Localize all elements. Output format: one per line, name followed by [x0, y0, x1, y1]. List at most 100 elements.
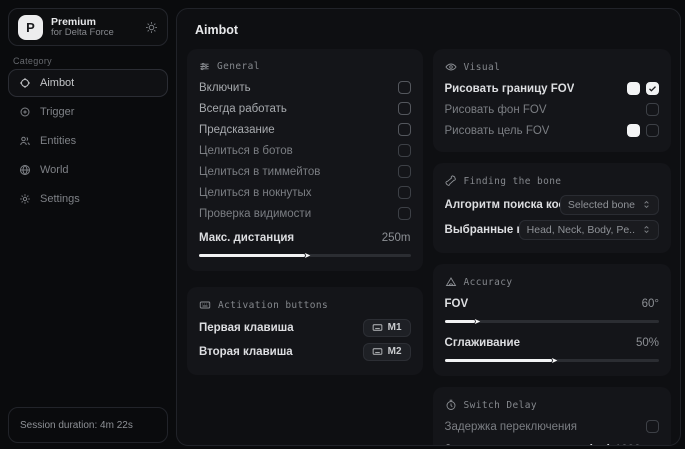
smoothing-label: Сглаживание — [445, 337, 520, 349]
switch-delay-ms-value: 1000 ms — [615, 444, 659, 447]
sidebar: P Premium for Delta Force Category Aimbo… — [0, 0, 176, 449]
page-title: Aimbot — [177, 9, 680, 37]
keyboard-icon — [372, 346, 383, 357]
fov-slider[interactable]: ➤ — [445, 317, 659, 326]
activation-card: Activation buttons Первая клавиша M1 — [187, 287, 423, 375]
main-panel: Aimbot General Включить — [176, 8, 681, 446]
gear-icon — [19, 193, 31, 205]
toggle-label: Предсказание — [199, 124, 275, 136]
section-title: Accuracy — [464, 277, 513, 288]
checkbox[interactable] — [398, 186, 411, 199]
sidebar-item-label: World — [40, 164, 69, 176]
trigger-icon — [19, 106, 31, 118]
sidebar-nav: Aimbot Trigger Entities — [8, 69, 168, 214]
visual-label: Рисовать цель FOV — [445, 125, 550, 137]
selected-bones-select[interactable]: Head, Neck, Body, Pe.. — [519, 220, 659, 240]
toggle-label: Проверка видимости — [199, 208, 311, 220]
brand-card: P Premium for Delta Force — [8, 8, 168, 46]
switch-delay-toggle-label: Задержка переключения — [445, 421, 577, 433]
checkbox[interactable] — [398, 81, 411, 94]
checkbox[interactable] — [398, 165, 411, 178]
triangle-icon — [445, 276, 457, 288]
switch-delay-card: Switch Delay Задержка переключения Задер… — [433, 387, 671, 446]
chevron-up-down-icon — [642, 200, 651, 209]
bone-algorithm-label: Алгоритм поиска кост — [445, 199, 560, 211]
color-swatch[interactable] — [627, 82, 640, 95]
slider-row: Макс. дистанция 250m — [199, 227, 411, 248]
smoothing-row: Сглаживание 50% — [445, 332, 659, 353]
category-label: Category — [13, 56, 52, 66]
visual-card: Visual Рисовать границу FOV Рисовать фон… — [433, 49, 671, 152]
fov-value: 60° — [642, 298, 659, 310]
visual-row: Рисовать границу FOV — [445, 78, 659, 99]
sidebar-item-label: Aimbot — [40, 77, 74, 89]
accuracy-section-header: Accuracy — [445, 276, 659, 288]
sidebar-item-trigger[interactable]: Trigger — [8, 98, 168, 126]
slider-thumb[interactable]: ➤ — [551, 355, 558, 366]
selected-value: Selected bone — [568, 199, 635, 211]
timer-icon — [445, 399, 457, 411]
sidebar-item-entities[interactable]: Entities — [8, 127, 168, 155]
keybind-value: M2 — [388, 346, 402, 357]
keybind-row: Первая клавиша M1 — [199, 316, 411, 340]
slider-thumb[interactable]: ➤ — [304, 250, 311, 261]
switch-delay-ms-row: Задержка переключения (мс) 1000 ms — [445, 439, 659, 446]
section-title: Visual — [464, 62, 501, 73]
fov-label: FOV — [445, 298, 469, 310]
activation-section-header: Activation buttons — [199, 299, 411, 311]
checkbox[interactable] — [646, 124, 659, 137]
keybind-label: Первая клавиша — [199, 322, 294, 334]
toggle-label: Целиться в ботов — [199, 145, 293, 157]
toggle-row: Целиться в ботов — [199, 140, 411, 161]
toggle-label: Целиться в нокнутых — [199, 187, 312, 199]
toggle-label: Всегда работать — [199, 103, 287, 115]
sidebar-item-settings[interactable]: Settings — [8, 185, 168, 213]
section-title: General — [217, 61, 260, 72]
toggle-label: Включить — [199, 82, 251, 94]
bones-card: Finding the bone Алгоритм поиска кост Se… — [433, 163, 671, 253]
checkbox[interactable] — [646, 82, 659, 95]
smoothing-slider[interactable]: ➤ — [445, 356, 659, 365]
app-window: P Premium for Delta Force Category Aimbo… — [0, 0, 685, 449]
toggle-row: Всегда работать — [199, 98, 411, 119]
sliders-icon — [199, 61, 210, 72]
visual-row: Рисовать фон FOV — [445, 99, 659, 120]
bone-algorithm-row: Алгоритм поиска кост Selected bone — [445, 192, 659, 217]
checkbox[interactable] — [646, 420, 659, 433]
checkbox[interactable] — [646, 103, 659, 116]
general-section-header: General — [199, 61, 411, 72]
sidebar-item-world[interactable]: World — [8, 156, 168, 184]
slider-label: Макс. дистанция — [199, 232, 294, 244]
section-title: Switch Delay — [464, 400, 537, 411]
toggle-row: Включить — [199, 77, 411, 98]
checkbox[interactable] — [398, 102, 411, 115]
toggle-row: Целиться в тиммейтов — [199, 161, 411, 182]
slider-value: 250m — [382, 232, 411, 244]
sidebar-item-aimbot[interactable]: Aimbot — [8, 69, 168, 97]
section-title: Activation buttons — [218, 300, 328, 311]
session-duration-text: Session duration: 4m 22s — [20, 420, 133, 431]
checkbox[interactable] — [398, 144, 411, 157]
visual-label: Рисовать фон FOV — [445, 104, 547, 116]
sidebar-item-label: Settings — [40, 193, 80, 205]
globe-icon — [19, 164, 31, 176]
checkbox[interactable] — [398, 207, 411, 220]
keyboard-icon — [199, 299, 211, 311]
switch-delay-toggle-row: Задержка переключения — [445, 416, 659, 437]
keybind-row: Вторая клавиша M2 — [199, 340, 411, 364]
max-distance-slider[interactable]: ➤ — [199, 251, 411, 260]
toggle-row: Целиться в нокнутых — [199, 182, 411, 203]
smoothing-value: 50% — [636, 337, 659, 349]
slider-thumb[interactable]: ➤ — [474, 316, 481, 327]
checkbox[interactable] — [398, 123, 411, 136]
keyboard-icon — [372, 322, 383, 333]
gear-icon[interactable] — [145, 21, 158, 34]
entities-icon — [19, 135, 31, 147]
color-swatch[interactable] — [627, 124, 640, 137]
bone-algorithm-select[interactable]: Selected bone — [560, 195, 659, 215]
keybind-button[interactable]: M2 — [363, 343, 411, 361]
selected-value: Head, Neck, Body, Pe.. — [527, 224, 635, 236]
keybind-button[interactable]: M1 — [363, 319, 411, 337]
fov-row: FOV 60° — [445, 293, 659, 314]
selected-bones-label: Выбранные кос — [445, 224, 519, 236]
